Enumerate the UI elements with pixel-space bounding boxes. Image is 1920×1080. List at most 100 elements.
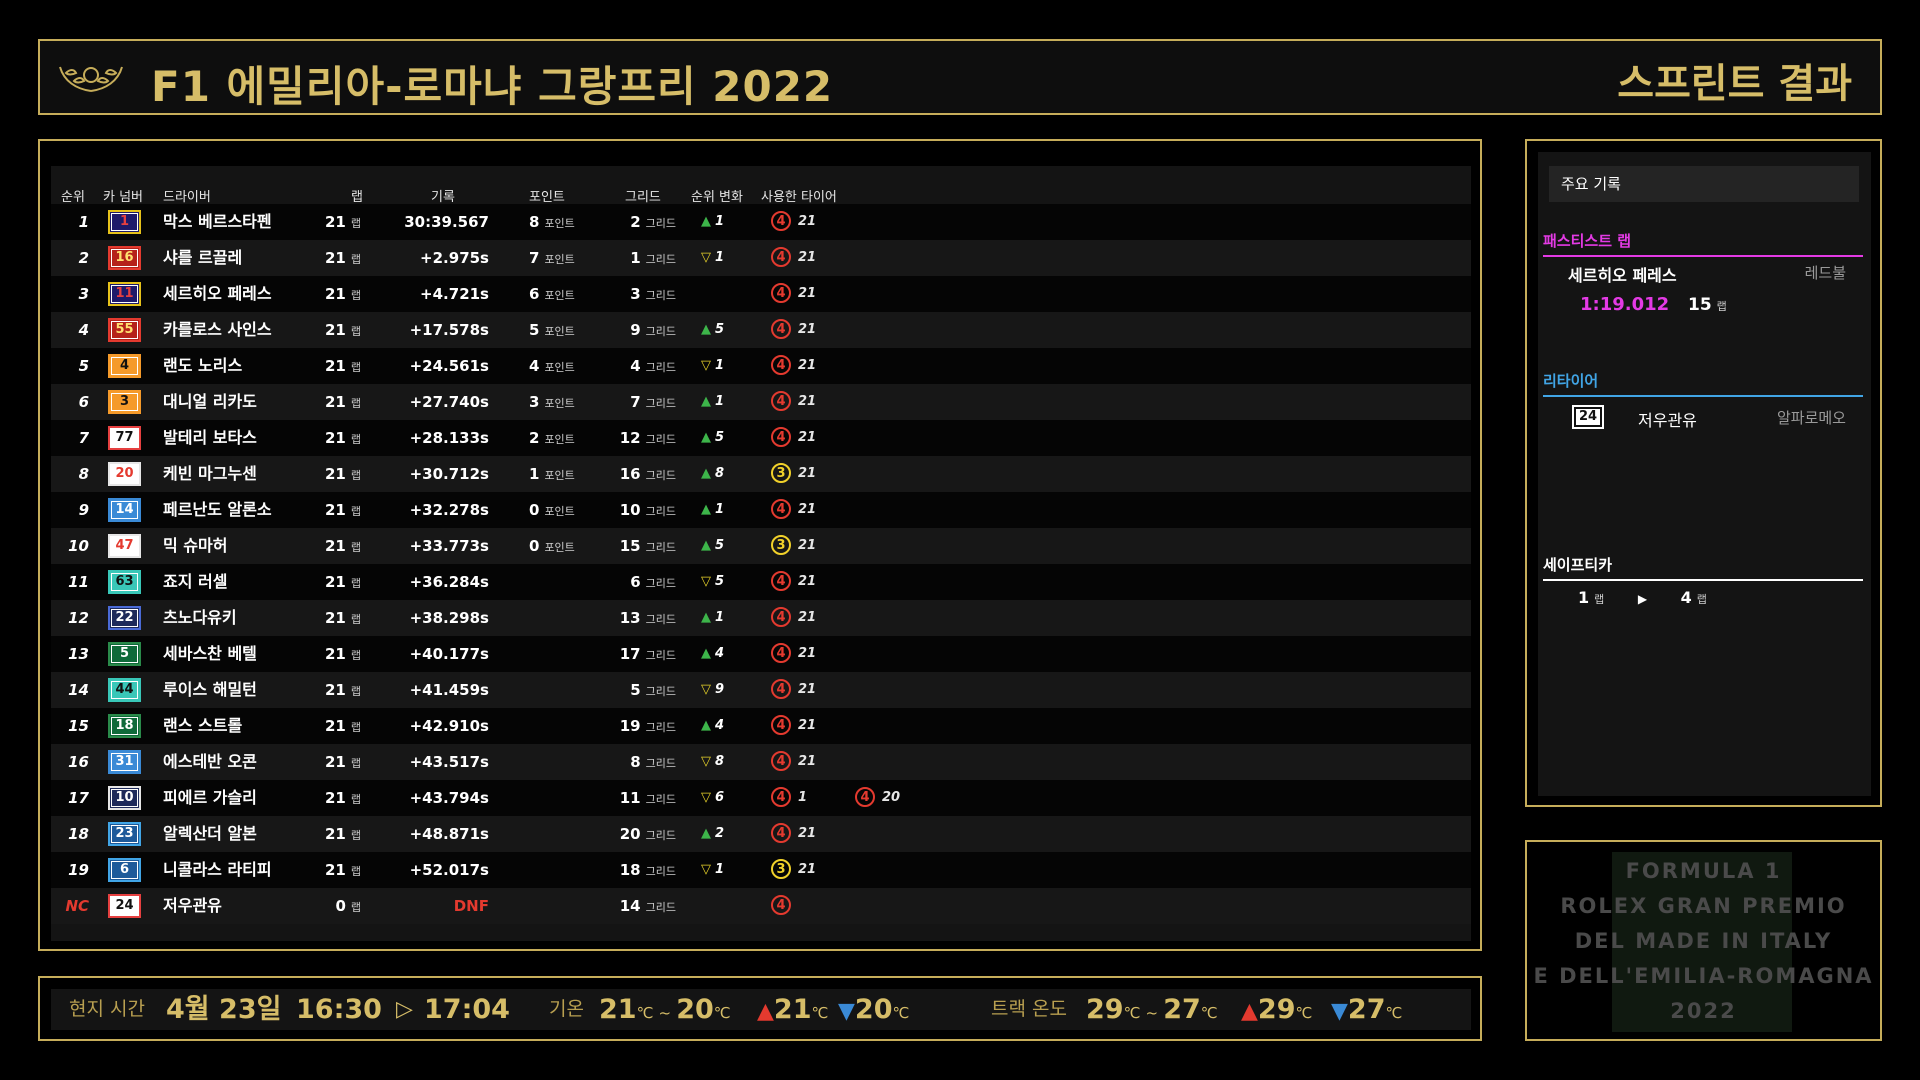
- laps-unit: 랩: [350, 469, 361, 482]
- row-time: +41.459s: [409, 681, 489, 699]
- safety-car-from: 1: [1578, 588, 1590, 607]
- row-position-change: ▽ 8: [701, 744, 724, 780]
- soft-tyre-icon: 4: [771, 715, 791, 735]
- row-driver: 저우관유: [163, 896, 222, 915]
- row-position: 12: [68, 609, 89, 627]
- triangle-up-icon: ▲: [757, 999, 774, 1024]
- change-value: 1: [715, 502, 725, 517]
- row-time: +30.712s: [409, 465, 489, 483]
- row-laps: 21 랩: [301, 816, 361, 852]
- row-driver: 세바스찬 베텔: [163, 644, 257, 663]
- grid-value: 9: [630, 321, 641, 339]
- soft-tyre-icon: 4: [771, 283, 791, 303]
- retired-car-number: 24: [1572, 405, 1604, 429]
- event-name-panel: FORMULA 1 ROLEX GRAN PREMIO DEL MADE IN …: [1525, 840, 1882, 1041]
- row-time: +48.871s: [409, 825, 489, 843]
- change-value: 1: [715, 358, 725, 373]
- medium-tyre-icon: 3: [771, 463, 791, 483]
- laps-value: 21: [325, 357, 346, 375]
- grid-value: 1: [630, 249, 641, 267]
- event-line: DEL MADE IN ITALY: [1574, 929, 1833, 953]
- change-value: 1: [715, 862, 725, 877]
- triangle-down-icon: ▽: [701, 250, 711, 265]
- row-time: +27.740s: [409, 393, 489, 411]
- tyre-laps: 21: [798, 754, 817, 769]
- row-laps: 21 랩: [301, 852, 361, 888]
- laps-value: 21: [325, 249, 346, 267]
- row-driver: 샤를 르끌레: [163, 248, 243, 267]
- retired-team: 알파로메오: [1776, 409, 1846, 427]
- start-time: 16:30: [296, 994, 382, 1025]
- results-table: 순위 카 넘버 드라이버 랩 기록 포인트 그리드 순위 변화 사용한 타이어 …: [51, 166, 1471, 941]
- air-temp-min: ▼20℃: [838, 989, 909, 1034]
- deg-unit: ℃: [636, 1004, 654, 1022]
- points-unit: 포인트: [544, 325, 575, 338]
- triangle-down-icon: ▽: [701, 682, 711, 697]
- tyre-laps: 21: [798, 646, 817, 661]
- deg-unit: ℃: [713, 1004, 731, 1022]
- row-position: 7: [78, 429, 89, 447]
- row-grid: 10 그리드: [606, 492, 676, 528]
- key-records-body: 주요 기록 패스티스트 랩 세르히오 페레스 레드불 1:19.012 15 랩 …: [1538, 152, 1871, 796]
- race-title: F1 에밀리아-로마냐 그랑프리 2022: [151, 62, 834, 111]
- row-points: 5 포인트: [529, 312, 575, 348]
- triangle-up-icon: ▲: [701, 322, 711, 337]
- conditions-footer: 현지 시간 4월 23일 16:30 ▷ 17:04 기온 21℃ ~ 20℃ …: [38, 976, 1482, 1041]
- retired-driver: 저우관유: [1638, 411, 1697, 430]
- row-driver: 피에르 가슬리: [163, 788, 257, 807]
- car-number-badge: 18: [108, 714, 141, 738]
- row-position: 13: [68, 645, 89, 663]
- row-laps: 21 랩: [301, 312, 361, 348]
- deg-unit: ℃: [1123, 1004, 1141, 1022]
- row-points: 2 포인트: [529, 420, 575, 456]
- air-temp-label: 기온: [549, 998, 584, 1020]
- table-row: 18 23 알렉산더 알본 21 랩 +48.871s 20 그리드 ▲ 2 4 21: [51, 816, 1471, 852]
- tyre-laps: 21: [798, 862, 817, 877]
- soft-tyre-icon: 4: [771, 211, 791, 231]
- tyre-laps: 21: [798, 466, 817, 481]
- grid-value: 14: [619, 897, 641, 915]
- row-position-change: ▲ 4: [701, 708, 724, 744]
- points-value: 6: [529, 285, 540, 303]
- row-grid: 19 그리드: [606, 708, 676, 744]
- change-value: 1: [715, 214, 725, 229]
- table-row: 1 1 막스 베르스타펜 21 랩 30:39.567 8 포인트 2 그리드 ▲ 1 4 21: [51, 204, 1471, 240]
- tilde: ~: [658, 1004, 672, 1022]
- row-time: +36.284s: [409, 573, 489, 591]
- laps-value: 21: [325, 393, 346, 411]
- soft-tyre-icon: 4: [771, 607, 791, 627]
- row-laps: 21 랩: [301, 420, 361, 456]
- triangle-up-icon: ▲: [701, 394, 711, 409]
- car-number-badge: 23: [108, 822, 141, 846]
- points-unit: 포인트: [544, 505, 575, 518]
- row-grid: 14 그리드: [606, 888, 676, 924]
- car-number-badge: 1: [108, 210, 141, 234]
- row-time: +33.773s: [409, 537, 489, 555]
- row-position: 4: [78, 321, 89, 339]
- grid-value: 17: [619, 645, 641, 663]
- fastest-lap-unit: 랩: [1716, 300, 1727, 313]
- grid-unit: 그리드: [645, 253, 676, 266]
- row-position-change: ▲ 4: [701, 636, 724, 672]
- row-position-change: ▲ 1: [701, 492, 724, 528]
- table-row: 12 22 츠노다유키 21 랩 +38.298s 13 그리드 ▲ 1 4 21: [51, 600, 1471, 636]
- laps-unit: 랩: [350, 649, 361, 662]
- row-position-change: ▽ 9: [701, 672, 724, 708]
- col-driver: 드라이버: [163, 190, 211, 205]
- grid-unit: 그리드: [645, 829, 676, 842]
- row-time: +24.561s: [409, 357, 489, 375]
- row-grid: 3 그리드: [606, 276, 676, 312]
- grid-unit: 그리드: [645, 685, 676, 698]
- row-driver: 막스 베르스타펜: [163, 212, 272, 231]
- row-position: 18: [68, 825, 89, 843]
- tyre-laps: 21: [798, 682, 817, 697]
- event-line: E DELL'EMILIA-ROMAGNA: [1533, 964, 1874, 988]
- car-number-badge: 16: [108, 246, 141, 270]
- row-driver: 니콜라스 라티피: [163, 860, 272, 879]
- key-records-title: 주요 기록: [1549, 166, 1859, 202]
- laps-unit: 랩: [350, 865, 361, 878]
- grid-value: 15: [619, 537, 641, 555]
- row-grid: 13 그리드: [606, 600, 676, 636]
- grid-value: 18: [619, 861, 641, 879]
- tilde: ~: [1145, 1004, 1159, 1022]
